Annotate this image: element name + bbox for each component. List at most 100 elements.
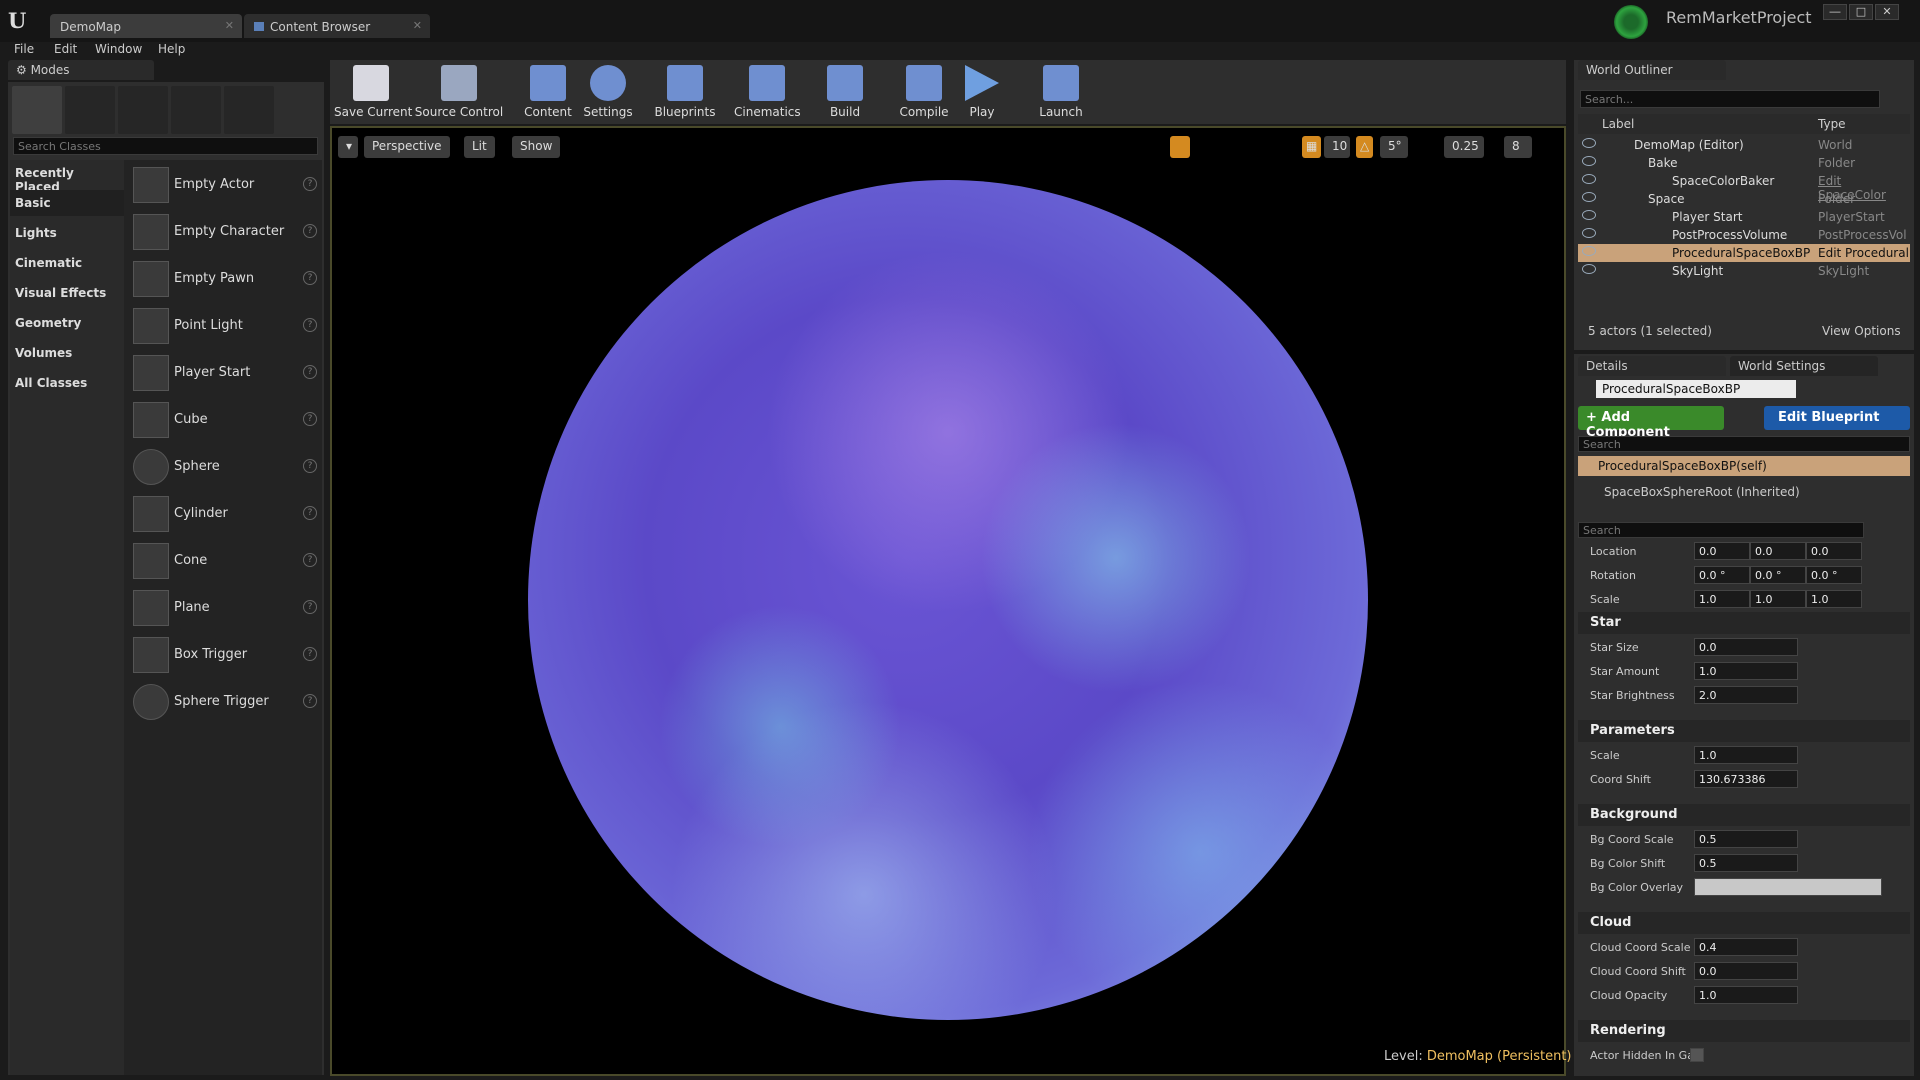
close-icon[interactable]: ✕: [225, 19, 234, 32]
category-lights[interactable]: Lights: [10, 220, 124, 246]
help-icon[interactable]: ?: [303, 224, 317, 238]
content-button[interactable]: Content: [522, 62, 574, 122]
outliner-row[interactable]: SpaceColorBaker Edit SpaceColor: [1578, 172, 1910, 202]
component-root-row[interactable]: SpaceBoxSphereRoot (Inherited): [1578, 482, 1910, 502]
grid-snap-icon[interactable]: ▦: [1302, 136, 1322, 158]
help-icon[interactable]: ?: [303, 506, 317, 520]
eye-icon[interactable]: [1582, 156, 1596, 166]
place-mode-button[interactable]: [12, 86, 62, 134]
geometry-mode-button[interactable]: [224, 86, 274, 134]
outliner-row[interactable]: Space Folder: [1578, 190, 1910, 208]
location-x-field[interactable]: 0.0: [1694, 542, 1750, 560]
foliage-mode-button[interactable]: [171, 86, 221, 134]
eye-icon[interactable]: [1582, 228, 1596, 238]
scale-y-field[interactable]: 1.0: [1750, 590, 1806, 608]
outliner-row[interactable]: SkyLight SkyLight: [1578, 262, 1910, 280]
compile-button[interactable]: Compile: [898, 62, 950, 122]
paint-mode-button[interactable]: [65, 86, 115, 134]
details-search-input[interactable]: Search: [1578, 522, 1864, 538]
scale-x-field[interactable]: 1.0: [1694, 590, 1750, 608]
rotation-z-field[interactable]: 0.0 °: [1806, 566, 1862, 584]
class-item[interactable]: Player Start?: [130, 353, 320, 393]
star-amount-field[interactable]: 1.0: [1694, 662, 1798, 680]
menu-window[interactable]: Window: [95, 42, 142, 56]
cloud-coord-shift-field[interactable]: 0.0: [1694, 962, 1798, 980]
location-z-field[interactable]: 0.0: [1806, 542, 1862, 560]
blueprints-button[interactable]: Blueprints: [654, 62, 716, 122]
translate-tool-icon[interactable]: [1170, 136, 1190, 158]
tab-world-settings[interactable]: World Settings: [1730, 356, 1878, 376]
tab-details[interactable]: Details: [1578, 356, 1726, 376]
star-brightness-field[interactable]: 2.0: [1694, 686, 1798, 704]
class-item[interactable]: Sphere Trigger?: [130, 682, 320, 722]
play-button[interactable]: Play: [960, 62, 1004, 122]
component-search-input[interactable]: Search: [1578, 436, 1910, 452]
class-item[interactable]: Cone?: [130, 541, 320, 581]
category-all-classes[interactable]: All Classes: [10, 370, 124, 396]
tab-demomap[interactable]: DemoMap ✕: [50, 14, 242, 38]
category-cinematic[interactable]: Cinematic: [10, 250, 124, 276]
show-button[interactable]: Show: [512, 136, 561, 158]
menu-help[interactable]: Help: [158, 42, 185, 56]
outliner-search-input[interactable]: Search...: [1580, 90, 1880, 108]
class-item[interactable]: Empty Actor?: [130, 165, 320, 205]
grid-snap-value[interactable]: 10: [1324, 136, 1350, 158]
location-y-field[interactable]: 0.0: [1750, 542, 1806, 560]
maximize-button[interactable]: □: [1849, 4, 1873, 20]
eye-icon[interactable]: [1582, 174, 1596, 184]
background-section-header[interactable]: Background: [1578, 804, 1910, 826]
save-current-button[interactable]: Save Current: [334, 62, 412, 122]
landscape-mode-button[interactable]: [118, 86, 168, 134]
rotation-y-field[interactable]: 0.0 °: [1750, 566, 1806, 584]
source-control-button[interactable]: Source Control: [414, 62, 504, 122]
eye-icon[interactable]: [1582, 246, 1596, 256]
scale-z-field[interactable]: 1.0: [1806, 590, 1862, 608]
star-size-field[interactable]: 0.0: [1694, 638, 1798, 656]
scale-snap-value[interactable]: 0.25: [1444, 136, 1484, 158]
param-scale-field[interactable]: 1.0: [1694, 746, 1798, 764]
class-item[interactable]: Plane?: [130, 588, 320, 628]
help-icon[interactable]: ?: [303, 694, 317, 708]
tab-modes[interactable]: ⚙ Modes: [8, 60, 154, 80]
help-icon[interactable]: ?: [303, 459, 317, 473]
cloud-opacity-field[interactable]: 1.0: [1694, 986, 1798, 1004]
component-self-row[interactable]: ProceduralSpaceBoxBP(self): [1578, 456, 1910, 476]
help-icon[interactable]: ?: [303, 271, 317, 285]
help-icon[interactable]: ?: [303, 647, 317, 661]
class-item[interactable]: Cylinder?: [130, 494, 320, 534]
settings-button[interactable]: Settings: [580, 62, 636, 122]
eye-icon[interactable]: [1582, 264, 1596, 274]
help-icon[interactable]: ?: [303, 318, 317, 332]
rotation-snap-value[interactable]: 5°: [1380, 136, 1408, 158]
add-component-button[interactable]: + Add Component: [1578, 406, 1724, 440]
close-window-button[interactable]: ✕: [1875, 4, 1899, 20]
class-item[interactable]: Cube?: [130, 400, 320, 440]
outliner-row[interactable]: Bake Folder: [1578, 154, 1910, 172]
type-column-header[interactable]: Type: [1818, 117, 1846, 131]
outliner-row[interactable]: Player Start PlayerStart: [1578, 208, 1910, 226]
parameters-section-header[interactable]: Parameters: [1578, 720, 1910, 742]
tab-world-outliner[interactable]: World Outliner: [1578, 60, 1726, 80]
help-icon[interactable]: ?: [303, 177, 317, 191]
eye-icon[interactable]: [1582, 192, 1596, 202]
close-icon[interactable]: ✕: [413, 19, 422, 32]
help-icon[interactable]: ?: [303, 553, 317, 567]
bg-color-overlay-swatch[interactable]: [1694, 878, 1882, 896]
camera-speed-value[interactable]: 8: [1504, 136, 1532, 158]
menu-file[interactable]: File: [14, 42, 34, 56]
rotation-snap-icon[interactable]: △: [1356, 136, 1374, 158]
category-volumes[interactable]: Volumes: [10, 340, 124, 366]
category-visual-effects[interactable]: Visual Effects: [10, 280, 124, 306]
help-icon[interactable]: ?: [303, 365, 317, 379]
edit-blueprint-button[interactable]: Edit Blueprint: [1764, 406, 1910, 430]
outliner-row-selected[interactable]: ProceduralSpaceBoxBP Edit Procedural: [1578, 244, 1910, 262]
tab-content-browser[interactable]: Content Browser ✕: [244, 14, 430, 38]
cinematics-button[interactable]: Cinematics: [734, 62, 801, 122]
bg-coord-scale-field[interactable]: 0.5: [1694, 830, 1798, 848]
bg-color-shift-field[interactable]: 0.5: [1694, 854, 1798, 872]
help-icon[interactable]: ?: [303, 600, 317, 614]
search-classes-input[interactable]: Search Classes: [13, 137, 318, 155]
category-recently-placed[interactable]: Recently Placed: [10, 160, 124, 194]
class-item[interactable]: Box Trigger?: [130, 635, 320, 675]
eye-icon[interactable]: [1582, 138, 1596, 148]
